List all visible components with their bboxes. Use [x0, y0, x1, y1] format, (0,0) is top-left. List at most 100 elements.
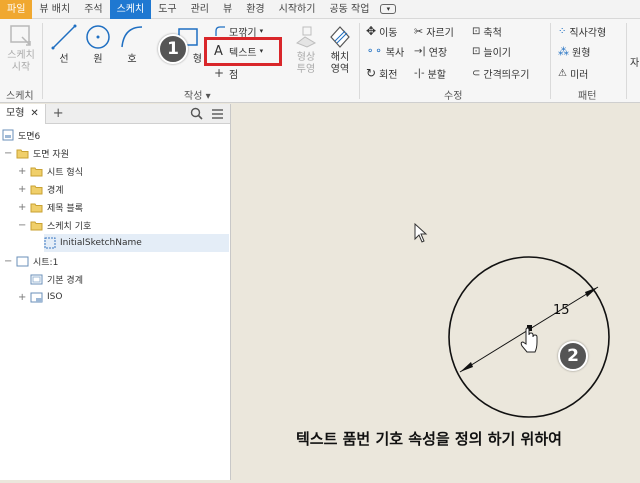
tutorial-caption: 텍스트 품번 기호 속성을 정의 하기 위하여: [296, 430, 562, 448]
ribbon-more-button[interactable]: ▾: [380, 4, 397, 14]
circular-pattern-button[interactable]: ⁂ 원형: [558, 43, 590, 59]
callout-2: 2: [558, 341, 588, 371]
ribbon-divider: [359, 23, 360, 99]
folder-icon: [30, 185, 43, 194]
tree-node-label: 기본 경계: [47, 275, 83, 286]
project-geometry-button[interactable]: 형상 투영: [292, 23, 320, 76]
extend-label: 연장: [428, 47, 448, 59]
tab-tools[interactable]: 도구: [151, 0, 183, 19]
hand-cursor-icon: [520, 327, 538, 353]
collapse-icon[interactable]: −: [4, 148, 12, 159]
fillet-icon: [215, 26, 225, 36]
expand-icon[interactable]: +: [18, 292, 26, 303]
start-sketch-label-1: 스케치: [7, 50, 35, 61]
ribbon-panel: 스케치 시작 스케치 선 원 호 형 모깎기 ▾ A 텍스트 ▾ + 점 형상 …: [0, 19, 640, 103]
offset-icon: ⊂: [472, 67, 481, 79]
tab-environment[interactable]: 환경: [239, 0, 271, 19]
folder-icon: [30, 203, 43, 212]
extend-button[interactable]: →| 연장: [414, 43, 447, 59]
tree-node-label: 시트 형식: [47, 167, 83, 178]
rotate-button[interactable]: ↻ 회전: [366, 65, 397, 81]
scale-button[interactable]: ⊡ 축척: [472, 23, 502, 39]
create-group-label: 작성 ▾: [184, 91, 211, 102]
stretch-label: 늘이기: [483, 47, 511, 59]
ribbon-divider: [626, 23, 627, 99]
tab-sketch[interactable]: 스케치: [109, 0, 152, 19]
expand-icon[interactable]: +: [18, 202, 26, 213]
tree-node-sketched-symbols[interactable]: − 스케치 기호: [18, 216, 91, 234]
arc-icon: [121, 26, 143, 48]
split-button[interactable]: -|- 분할: [414, 65, 446, 81]
modify-group-label: 수정: [444, 91, 463, 102]
tab-get-started[interactable]: 시작하기: [272, 0, 323, 19]
close-icon[interactable]: ✕: [30, 104, 38, 124]
tab-annotate[interactable]: 주석: [77, 0, 109, 19]
tree-node-label: 제목 블록: [47, 203, 83, 214]
ribbon-tab-bar: 파일 뷰 배치 주석 스케치 도구 관리 뷰 환경 시작하기 공동 작업 ▾: [0, 0, 640, 19]
copy-label: 복사: [385, 47, 405, 59]
stretch-button[interactable]: ⊡ 늘이기: [472, 43, 511, 59]
tree-node-label: 스케치 기호: [47, 221, 92, 232]
tab-view-layout[interactable]: 뷰 배치: [32, 0, 77, 19]
text-tool-highlight: [204, 37, 282, 66]
hatch-label-2: 영역: [330, 64, 350, 75]
tree-node-borders[interactable]: + 경계: [18, 180, 64, 198]
start-sketch-button[interactable]: 스케치 시작: [4, 23, 38, 74]
tab-model[interactable]: 모형 ✕: [0, 103, 46, 124]
arc-label: 호: [127, 54, 137, 65]
tab-file[interactable]: 파일: [0, 0, 33, 19]
mirror-button[interactable]: ⚠ 미러: [558, 65, 588, 81]
drawing-canvas[interactable]: 15: [231, 104, 640, 480]
expand-icon[interactable]: +: [18, 184, 26, 195]
trim-button[interactable]: ✂ 자르기: [414, 23, 454, 39]
tab-collaborate[interactable]: 공동 작업: [322, 0, 376, 19]
project-label-2: 투영: [296, 64, 316, 75]
tree-node-title-blocks[interactable]: + 제목 블록: [18, 198, 83, 216]
sketch-graphics: 15: [414, 222, 610, 418]
point-icon: +: [214, 66, 225, 80]
tree-node-sheet-formats[interactable]: + 시트 형식: [18, 162, 83, 180]
offset-button[interactable]: ⊂ 간격띄우기: [472, 65, 529, 81]
tree-node-sheet-1[interactable]: − 시트:1: [4, 252, 58, 270]
add-tab-button[interactable]: +: [46, 106, 71, 121]
rectangular-pattern-button[interactable]: ⁘ 직사각형: [558, 23, 606, 39]
hatch-icon: [330, 26, 350, 48]
search-icon[interactable]: [190, 107, 203, 120]
ribbon-divider: [42, 23, 43, 99]
circle-button[interactable]: 원: [82, 23, 114, 66]
sketch-group-label: 스케치: [6, 91, 34, 102]
arc-button[interactable]: 호: [116, 23, 148, 66]
offset-label: 간격띄우기: [483, 69, 530, 81]
border-icon: [30, 274, 43, 284]
circle-label: 원: [93, 54, 103, 65]
tree-node-iso[interactable]: + ISO: [18, 288, 62, 306]
point-button[interactable]: + 점: [214, 65, 238, 81]
copy-button[interactable]: ⚬⚬ 복사: [366, 43, 404, 59]
tab-manage[interactable]: 관리: [184, 0, 216, 19]
title-block-icon: [30, 292, 43, 302]
browser-tab-bar: 모형 ✕ +: [0, 103, 230, 124]
hatch-button[interactable]: 해치 영역: [324, 23, 356, 76]
tree-node-label: 경계: [47, 185, 64, 196]
callout-1: 1: [158, 34, 188, 64]
copy-icon: ⚬⚬: [366, 45, 383, 57]
extend-icon: →|: [414, 45, 426, 57]
menu-icon[interactable]: [211, 107, 224, 120]
model-browser: 모형 ✕ + 도면6 − 도면 자원 + 시트 형식 + 경계 + 제목 블록 …: [0, 103, 231, 480]
tree-node-default-border[interactable]: 기본 경계: [30, 270, 83, 288]
drawing-icon: [2, 129, 14, 141]
mouse-pointer-icon: [414, 222, 428, 243]
tree-node-drawing-resources[interactable]: − 도면 자원: [4, 144, 69, 162]
rectangular-pattern-icon: ⁘: [558, 25, 567, 37]
trim-label: 자르기: [426, 27, 454, 39]
move-label: 이동: [379, 27, 398, 39]
tree-node-initial-sketch[interactable]: InitialSketchName: [44, 234, 229, 252]
collapse-icon[interactable]: −: [4, 256, 12, 267]
tree-node-drawing[interactable]: 도면6: [2, 126, 40, 144]
move-button[interactable]: ✥ 이동: [366, 23, 397, 39]
collapse-icon[interactable]: −: [18, 220, 26, 231]
folder-icon: [16, 149, 29, 158]
tab-view[interactable]: 뷰: [216, 0, 239, 19]
expand-icon[interactable]: +: [18, 166, 26, 177]
line-button[interactable]: 선: [48, 23, 80, 66]
